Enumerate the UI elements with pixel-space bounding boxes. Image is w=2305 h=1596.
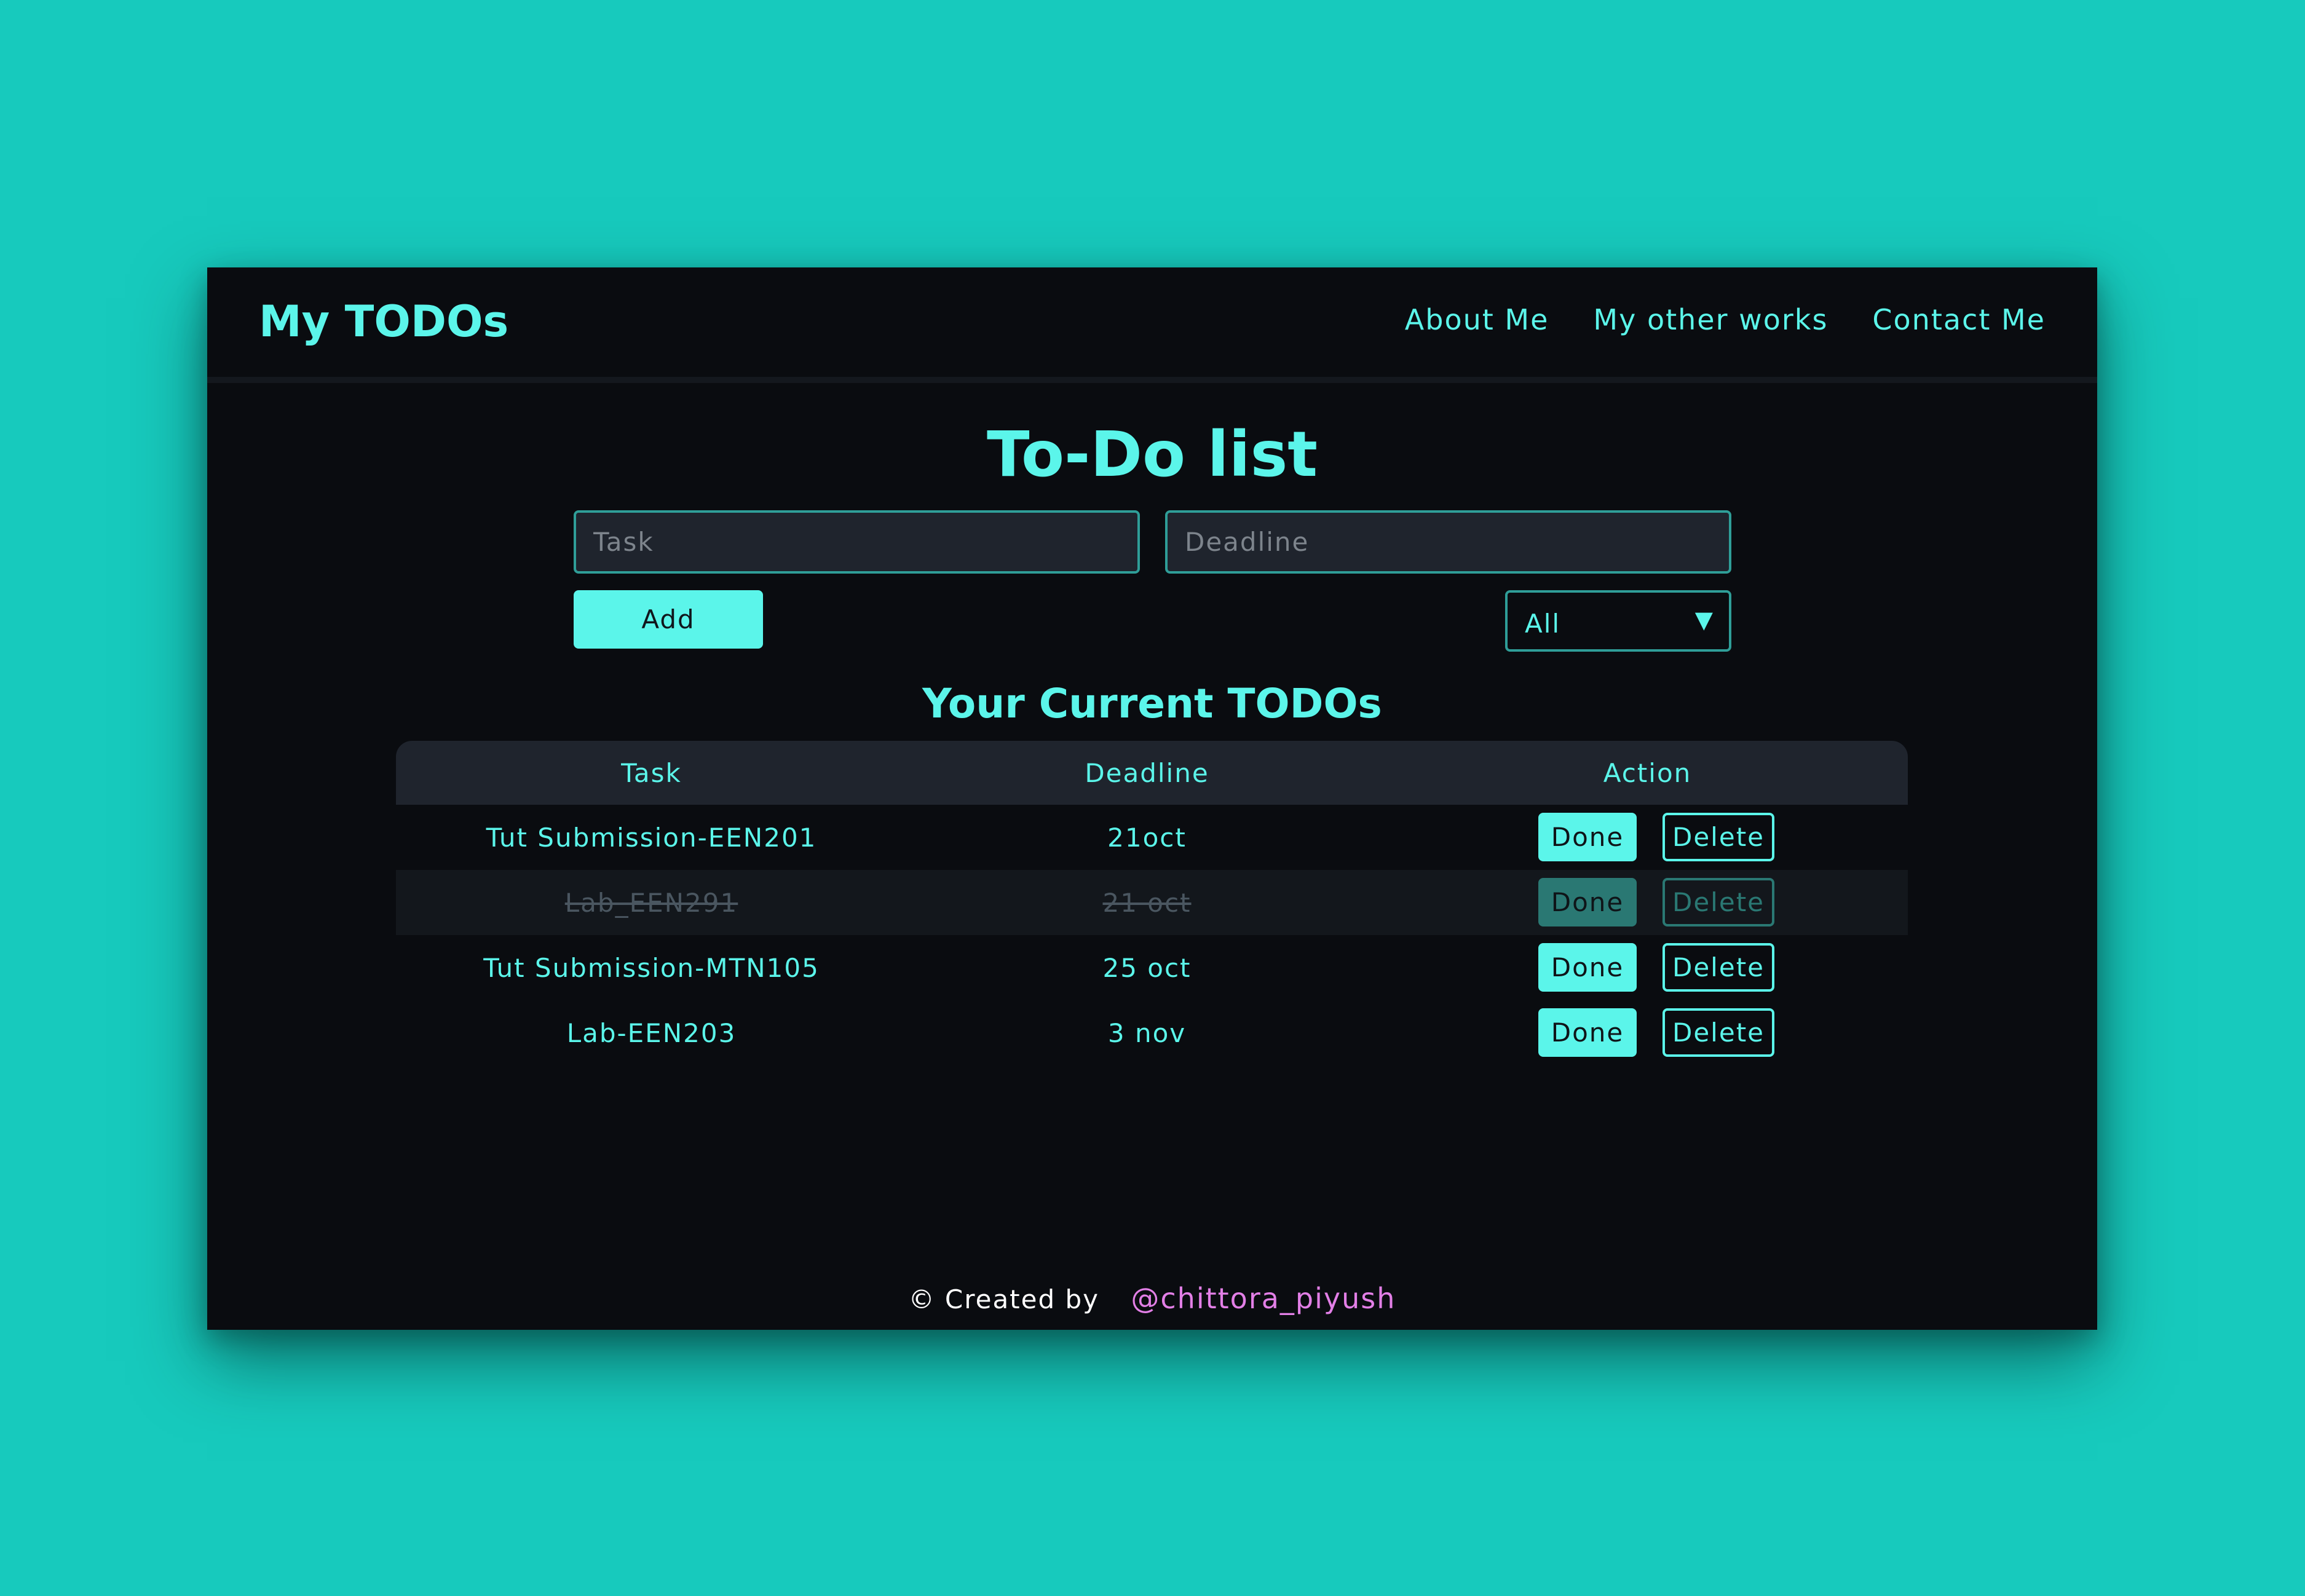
add-button[interactable]: Add [574, 590, 763, 649]
deadline-input[interactable] [1165, 510, 1731, 574]
table-row: Lab-EEN203 3 nov Done Delete [396, 1000, 1908, 1065]
section-title: Your Current TODOs [922, 680, 1382, 727]
brand-logo[interactable]: My TODOs [259, 296, 508, 347]
task-cell: Lab_EEN291 [564, 887, 738, 918]
dropdown-arrow-icon: ▼ [1694, 606, 1713, 633]
footer: © Created by @chittora_piyush [207, 1282, 2097, 1315]
deadline-cell: 21oct [1107, 822, 1187, 853]
filter-select[interactable]: All ▼ [1505, 590, 1731, 652]
nav-link-contact-me[interactable]: Contact Me [1872, 303, 2046, 337]
task-cell: Tut Submission-EEN201 [486, 822, 817, 853]
delete-button[interactable]: Delete [1663, 1008, 1774, 1057]
author-link[interactable]: @chittora_piyush [1131, 1282, 1396, 1315]
page-title: To-Do list [986, 418, 1318, 491]
deadline-cell: 25 oct [1102, 952, 1192, 983]
delete-button[interactable]: Delete [1663, 878, 1774, 926]
done-button[interactable]: Done [1538, 813, 1637, 861]
delete-button[interactable]: Delete [1663, 813, 1774, 861]
deadline-cell: 21 oct [1102, 887, 1192, 918]
delete-button[interactable]: Delete [1663, 943, 1774, 992]
nav-link-other-works[interactable]: My other works [1593, 303, 1828, 337]
deadline-cell: 3 nov [1107, 1017, 1187, 1048]
table-row-completed: Lab_EEN291 21 oct Done Delete [396, 870, 1908, 935]
task-cell: Lab-EEN203 [566, 1017, 737, 1048]
nav-link-about-me[interactable]: About Me [1405, 303, 1549, 337]
column-header-action: Action [1603, 757, 1692, 788]
column-header-task: Task [621, 757, 682, 788]
footer-credit: © Created by [908, 1284, 1100, 1314]
table-header: Task Deadline Action [396, 741, 1908, 805]
filter-selected-value: All [1525, 609, 1561, 639]
column-header-deadline: Deadline [1085, 757, 1209, 788]
done-button[interactable]: Done [1538, 943, 1637, 992]
navbar: My TODOs About Me My other works Contact… [207, 267, 2097, 383]
task-cell: Tut Submission-MTN105 [483, 952, 820, 983]
done-button[interactable]: Done [1538, 1008, 1637, 1057]
task-input[interactable] [574, 510, 1140, 574]
table-row: Tut Submission-MTN105 25 oct Done Delete [396, 935, 1908, 1000]
todo-table: Task Deadline Action Tut Submission-EEN2… [396, 741, 1908, 1065]
table-row: Tut Submission-EEN201 21oct Done Delete [396, 805, 1908, 870]
done-button[interactable]: Done [1538, 878, 1637, 926]
nav-links: About Me My other works Contact Me [1405, 303, 2046, 337]
app-window: My TODOs About Me My other works Contact… [207, 267, 2097, 1330]
